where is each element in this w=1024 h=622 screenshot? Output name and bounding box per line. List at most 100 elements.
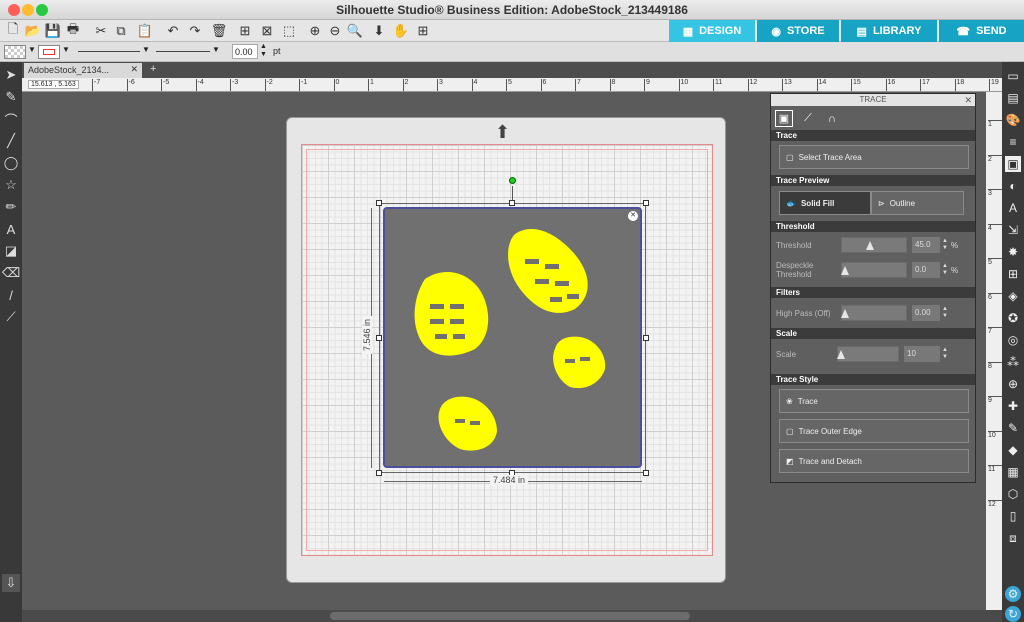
rotate-handle[interactable] <box>509 177 516 184</box>
page-setup-icon[interactable]: ▭ <box>1005 68 1021 84</box>
remove-image-icon[interactable]: ✕ <box>628 211 638 221</box>
scale-slider[interactable] <box>837 346 899 362</box>
line-style-select[interactable] <box>78 51 140 52</box>
rhinestone-icon[interactable]: ⁂ <box>1005 354 1021 370</box>
refresh-icon[interactable]: ↻ <box>1005 606 1021 622</box>
traced-image[interactable]: ✕ <box>383 207 642 468</box>
fill-icon[interactable]: ◪ <box>2 242 20 260</box>
redo-icon[interactable]: ↷ <box>186 22 204 40</box>
fit-page-icon[interactable]: ⊞ <box>414 22 432 40</box>
weld-icon[interactable]: ⊕ <box>1005 376 1021 392</box>
resize-handle[interactable] <box>376 335 382 341</box>
zoom-in-icon[interactable]: ⊕ <box>306 22 324 40</box>
horizontal-scrollbar[interactable] <box>22 610 1002 622</box>
trace-tab-icon[interactable]: ▣ <box>775 110 793 127</box>
add-tab-button[interactable]: + <box>150 63 156 75</box>
scale-knob[interactable] <box>837 350 845 359</box>
chevron-down-icon[interactable]: ▼ <box>62 45 70 54</box>
library-drawer-icon[interactable]: ⇩ <box>2 574 20 592</box>
close-tab-icon[interactable]: ✕ <box>130 64 138 75</box>
threshold-input[interactable]: 45.0 <box>912 237 940 253</box>
chevron-down-icon[interactable]: ▼ <box>212 45 220 54</box>
zoom-select-icon[interactable]: 🔍 <box>346 22 364 40</box>
line-width-stepper[interactable]: ▲ ▼ <box>260 43 267 59</box>
threshold-slider[interactable] <box>841 237 907 253</box>
print-icon[interactable]: 🖶 <box>64 21 82 40</box>
nest-icon[interactable]: ◎ <box>1005 332 1021 348</box>
line-join-select[interactable] <box>156 51 210 52</box>
chevron-down-icon[interactable]: ▼ <box>142 45 150 54</box>
fill-panel-icon[interactable]: 🎨 <box>1005 112 1021 128</box>
point-edit-icon[interactable]: ✎ <box>2 88 20 106</box>
close-panel-icon[interactable]: ✕ <box>964 94 972 106</box>
knife-icon[interactable]: / <box>2 286 20 304</box>
despeckle-stepper[interactable]: ▲ ▼ <box>942 263 948 277</box>
cut-icon[interactable]: ✂ <box>92 22 110 40</box>
trace-button[interactable]: ❀ Trace <box>779 389 969 413</box>
draw-curve-icon[interactable]: ⌒ <box>2 110 20 128</box>
tab-send[interactable]: ☎ SEND <box>939 20 1024 42</box>
move-down-icon[interactable]: ⬇ <box>370 22 388 40</box>
resize-handle[interactable] <box>643 470 649 476</box>
outline-button[interactable]: ⊳ Outline <box>871 191 964 215</box>
trace-outer-edge-button[interactable]: ▢ Trace Outer Edge <box>779 419 969 443</box>
trace-panel-icon[interactable]: ▣ <box>1005 156 1021 172</box>
select-trace-area-button[interactable]: ▢ Select Trace Area <box>779 145 969 169</box>
eraser-icon[interactable]: ⌫ <box>2 264 20 282</box>
resize-handle[interactable] <box>509 200 515 206</box>
despeckle-knob[interactable] <box>841 266 849 275</box>
despeckle-input[interactable]: 0.0 <box>912 262 940 278</box>
pages-icon[interactable]: ▦ <box>1005 464 1021 480</box>
undo-icon[interactable]: ↶ <box>164 22 182 40</box>
ungroup-icon[interactable]: ⊠ <box>258 22 276 40</box>
settings-gear-icon[interactable]: ⚙ <box>1005 586 1021 602</box>
offset-icon[interactable]: ◈ <box>1005 288 1021 304</box>
open-folder-icon[interactable]: 📂 <box>24 22 42 40</box>
align-icon[interactable]: ⊞ <box>1005 266 1021 282</box>
pointer-icon[interactable]: ➤ <box>2 66 20 84</box>
star-badge-icon[interactable]: ✪ <box>1005 310 1021 326</box>
scale-input[interactable]: 10 <box>904 346 940 362</box>
tab-design[interactable]: ▦ DESIGN <box>669 20 755 42</box>
solid-fill-button[interactable]: 🐟 Solid Fill <box>779 191 871 215</box>
resize-handle[interactable] <box>376 200 382 206</box>
sketch-icon[interactable]: ✎ <box>1005 420 1021 436</box>
magnet-tab-icon[interactable]: ∩ <box>823 110 841 127</box>
select-all-icon[interactable]: ⬚ <box>280 22 298 40</box>
transform-icon[interactable]: ⇲ <box>1005 222 1021 238</box>
tab-store[interactable]: ◉ STORE <box>757 20 839 42</box>
zoom-out-icon[interactable]: ⊖ <box>326 22 344 40</box>
library-icon[interactable]: ▤ <box>1005 90 1021 106</box>
replicate-icon[interactable]: ✸ <box>1005 244 1021 260</box>
resize-handle[interactable] <box>643 200 649 206</box>
threshold-stepper[interactable]: ▲ ▼ <box>942 238 948 252</box>
scale-stepper[interactable]: ▲ ▼ <box>942 347 948 361</box>
high-pass-knob[interactable] <box>841 309 849 318</box>
window-icon[interactable]: ⧈ <box>1005 530 1021 546</box>
hexagon-icon[interactable]: ⬡ <box>1005 486 1021 502</box>
delete-icon[interactable]: 🗑 <box>210 22 228 40</box>
resize-handle[interactable] <box>376 470 382 476</box>
copy-icon[interactable]: ⧉ <box>112 22 130 40</box>
ellipse-icon[interactable]: ◯ <box>2 154 20 172</box>
high-pass-stepper[interactable]: ▲ ▼ <box>942 306 948 320</box>
new-file-icon[interactable]: 🗋 <box>4 21 22 40</box>
document-tab[interactable]: AdobeStock_2134... ✕ <box>24 63 142 78</box>
line-width-input[interactable]: 0.00 <box>232 44 258 59</box>
line-panel-icon[interactable]: ≡ <box>1005 134 1021 150</box>
chevron-down-icon[interactable]: ▼ <box>28 45 36 54</box>
high-pass-input[interactable]: 0.00 <box>912 305 940 321</box>
high-pass-slider[interactable] <box>841 305 907 321</box>
book-icon[interactable]: ▯ <box>1005 508 1021 524</box>
paste-icon[interactable]: 📋 <box>136 22 154 40</box>
pencil-icon[interactable]: ✏ <box>2 198 20 216</box>
eyedropper-icon[interactable]: ⟋ <box>2 308 20 326</box>
group-icon[interactable]: ⊞ <box>236 22 254 40</box>
puzzle-icon[interactable]: ✚ <box>1005 398 1021 414</box>
line-icon[interactable]: ╱ <box>2 132 20 150</box>
threshold-knob[interactable] <box>865 241 874 250</box>
tab-library[interactable]: ▤ LIBRARY <box>841 20 937 42</box>
fill-color-swatch[interactable] <box>4 45 26 59</box>
scroll-thumb[interactable] <box>330 612 690 620</box>
line-color-swatch[interactable] <box>38 45 60 59</box>
